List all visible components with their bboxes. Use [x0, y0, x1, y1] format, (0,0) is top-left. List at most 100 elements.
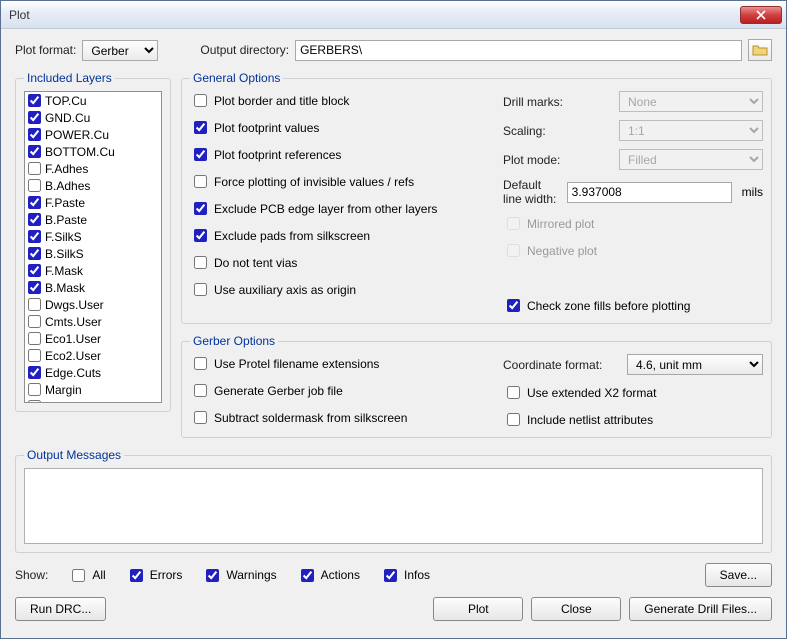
layer-checkbox[interactable]: [28, 264, 41, 277]
show-infos-checkbox[interactable]: Infos: [380, 566, 430, 585]
netlist-checkbox[interactable]: Include netlist attributes: [503, 410, 763, 429]
check-zone-checkbox[interactable]: Check zone fills before plotting: [503, 296, 763, 315]
plot-footprint-refs-checkbox[interactable]: Plot footprint references: [190, 145, 483, 164]
drill-marks-select: None: [619, 91, 763, 112]
layer-checkbox[interactable]: [28, 213, 41, 226]
layer-checkbox[interactable]: [28, 315, 41, 328]
layer-checkbox[interactable]: [28, 247, 41, 260]
layer-checkbox[interactable]: [28, 281, 41, 294]
layer-label: F.SilkS: [45, 230, 82, 244]
layer-item[interactable]: Dwgs.User: [25, 296, 161, 313]
output-dir-label: Output directory:: [200, 43, 289, 57]
layer-item[interactable]: B.Paste: [25, 211, 161, 228]
layer-checkbox[interactable]: [28, 179, 41, 192]
output-dir-input[interactable]: [295, 40, 742, 61]
layer-item[interactable]: B.Mask: [25, 279, 161, 296]
layer-label: F.CrtYd: [45, 400, 85, 404]
folder-icon: [752, 43, 768, 57]
close-button[interactable]: Close: [531, 597, 621, 621]
layer-checkbox[interactable]: [28, 230, 41, 243]
force-invisible-checkbox[interactable]: Force plotting of invisible values / ref…: [190, 172, 483, 191]
x2-checkbox[interactable]: Use extended X2 format: [503, 383, 763, 402]
scaling-select: 1:1: [619, 120, 763, 141]
layer-checkbox[interactable]: [28, 366, 41, 379]
general-options-group: General Options Plot border and title bl…: [181, 71, 772, 324]
show-warnings-checkbox[interactable]: Warnings: [202, 566, 276, 585]
included-layers-legend: Included Layers: [24, 71, 115, 85]
line-width-input[interactable]: [567, 182, 732, 203]
protel-checkbox[interactable]: Use Protel filename extensions: [190, 354, 483, 373]
layer-checkbox[interactable]: [28, 298, 41, 311]
layer-list[interactable]: TOP.Cu GND.CuPOWER.Cu BOTTOM.CuF.Adhes B.Ad…: [24, 91, 162, 403]
layer-item[interactable]: Eco2.User: [25, 347, 161, 364]
layer-item[interactable]: TOP.Cu: [25, 92, 161, 109]
drill-marks-label: Drill marks:: [503, 95, 613, 109]
layer-checkbox[interactable]: [28, 94, 41, 107]
layer-item[interactable]: Eco1.User: [25, 330, 161, 347]
layer-item[interactable]: GND.Cu: [25, 109, 161, 126]
coord-format-label: Coordinate format:: [503, 358, 621, 372]
layer-item[interactable]: POWER.Cu: [25, 126, 161, 143]
plot-button[interactable]: Plot: [433, 597, 523, 621]
save-button[interactable]: Save...: [705, 563, 772, 587]
layer-label: B.Adhes: [45, 179, 90, 193]
output-messages-group: Output Messages: [15, 448, 772, 553]
output-messages-box[interactable]: [24, 468, 763, 544]
layer-checkbox[interactable]: [28, 145, 41, 158]
layer-label: F.Mask: [45, 264, 83, 278]
layer-label: F.Paste: [45, 196, 85, 210]
show-errors-checkbox[interactable]: Errors: [126, 566, 183, 585]
show-all-checkbox[interactable]: All: [68, 566, 105, 585]
layer-item[interactable]: B.Adhes: [25, 177, 161, 194]
layer-item[interactable]: F.Mask: [25, 262, 161, 279]
layer-checkbox[interactable]: [28, 349, 41, 362]
exclude-pads-checkbox[interactable]: Exclude pads from silkscreen: [190, 226, 483, 245]
layer-label: BOTTOM.Cu: [45, 145, 115, 159]
included-layers-group: Included Layers TOP.Cu GND.CuPOWER.Cu BOTT…: [15, 71, 171, 412]
no-tent-vias-checkbox[interactable]: Do not tent vias: [190, 253, 483, 272]
layer-item[interactable]: Cmts.User: [25, 313, 161, 330]
window-title: Plot: [9, 8, 740, 22]
layer-item[interactable]: F.CrtYd: [25, 398, 161, 403]
layer-item[interactable]: B.SilkS: [25, 245, 161, 262]
exclude-edge-checkbox[interactable]: Exclude PCB edge layer from other layers: [190, 199, 483, 218]
layer-checkbox[interactable]: [28, 162, 41, 175]
jobfile-checkbox[interactable]: Generate Gerber job file: [190, 381, 483, 400]
plot-mode-select: Filled: [619, 149, 763, 170]
layer-label: Cmts.User: [45, 315, 102, 329]
aux-axis-checkbox[interactable]: Use auxiliary axis as origin: [190, 280, 483, 299]
plot-mode-label: Plot mode:: [503, 153, 613, 167]
layer-label: Dwgs.User: [45, 298, 104, 312]
layer-item[interactable]: Margin: [25, 381, 161, 398]
layer-checkbox[interactable]: [28, 400, 41, 403]
layer-checkbox[interactable]: [28, 111, 41, 124]
layer-item[interactable]: Edge.Cuts: [25, 364, 161, 381]
browse-folder-button[interactable]: [748, 39, 772, 61]
layer-checkbox[interactable]: [28, 383, 41, 396]
layer-checkbox[interactable]: [28, 332, 41, 345]
layer-item[interactable]: BOTTOM.Cu: [25, 143, 161, 160]
mirrored-checkbox: Mirrored plot: [503, 214, 763, 233]
plot-format-select[interactable]: Gerber: [82, 40, 158, 61]
layer-item[interactable]: F.SilkS: [25, 228, 161, 245]
coord-format-select[interactable]: 4.6, unit mm: [627, 354, 763, 375]
subtract-mask-checkbox[interactable]: Subtract soldermask from silkscreen: [190, 408, 483, 427]
layer-item[interactable]: F.Paste: [25, 194, 161, 211]
line-width-unit: mils: [742, 185, 763, 199]
general-options-legend: General Options: [190, 71, 283, 85]
layer-item[interactable]: F.Adhes: [25, 160, 161, 177]
layer-label: B.Mask: [45, 281, 85, 295]
layer-label: Edge.Cuts: [45, 366, 101, 380]
plot-footprint-values-checkbox[interactable]: Plot footprint values: [190, 118, 483, 137]
show-actions-checkbox[interactable]: Actions: [297, 566, 360, 585]
layer-label: GND.Cu: [45, 111, 90, 125]
output-messages-legend: Output Messages: [24, 448, 124, 462]
layer-checkbox[interactable]: [28, 128, 41, 141]
gerber-options-group: Gerber Options Use Protel filename exten…: [181, 334, 772, 438]
plot-border-checkbox[interactable]: Plot border and title block: [190, 91, 483, 110]
line-width-label: Default line width:: [503, 178, 561, 206]
layer-checkbox[interactable]: [28, 196, 41, 209]
run-drc-button[interactable]: Run DRC...: [15, 597, 106, 621]
generate-drill-button[interactable]: Generate Drill Files...: [629, 597, 772, 621]
close-icon[interactable]: [740, 6, 782, 24]
